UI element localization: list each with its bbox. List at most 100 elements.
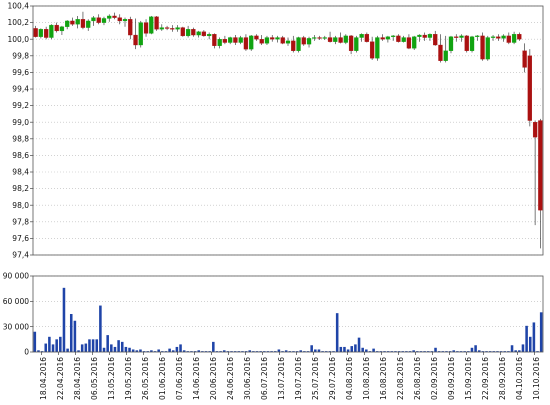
date-tick-label: 26.08.2016 — [413, 357, 422, 400]
volume-bar — [124, 346, 128, 352]
volume-bar — [212, 341, 215, 352]
candle-body — [43, 29, 49, 38]
price-tick-label: 97,8 — [12, 217, 29, 226]
volume-bar — [343, 346, 346, 352]
candle-body — [448, 36, 454, 51]
volume-bar — [48, 336, 51, 352]
volume-bar — [179, 344, 182, 352]
candle-body — [369, 41, 375, 59]
candle-body — [485, 37, 490, 60]
volume-tick-label: 90 000 — [3, 272, 29, 281]
candle-body — [280, 37, 285, 44]
candle-body — [264, 37, 270, 44]
candle-body — [496, 36, 501, 39]
price-tick-label: 97,6 — [12, 234, 29, 243]
candle-body — [243, 37, 249, 50]
candle-body — [65, 20, 70, 27]
volume-bar — [55, 339, 58, 352]
candle-body — [459, 35, 464, 38]
chart-root: 97,4 97,6 97,8 98,0 98,2 98,4 98,6 98,8 99,0 99,2… — [0, 0, 550, 401]
candle-body — [107, 15, 112, 19]
date-tick-label: 19.05.2016 — [124, 357, 133, 400]
volume-bar — [95, 339, 99, 352]
candle-body — [490, 36, 496, 38]
date-tick-label: 24.06.2016 — [226, 357, 235, 400]
candle-body — [86, 20, 91, 28]
candle-body — [175, 27, 180, 30]
volume-bar — [117, 340, 120, 352]
candle-body — [391, 35, 396, 37]
candle-body — [469, 36, 475, 51]
volume-tick-label: 0 — [24, 348, 29, 357]
candle-body — [333, 37, 338, 42]
volume-bar — [120, 341, 124, 352]
volume-bar — [470, 347, 474, 352]
candle-body — [238, 37, 243, 43]
price-tick-label: 100,0 — [8, 35, 30, 44]
candle-body — [501, 35, 506, 39]
candle-body — [217, 39, 222, 46]
candle-body — [385, 36, 391, 40]
date-tick-label: 02.09.2016 — [430, 357, 439, 400]
candle-body — [112, 15, 117, 18]
candle-body — [475, 35, 480, 37]
price-tick-label: 99,4 — [12, 85, 29, 94]
volume-bar — [80, 344, 84, 352]
candle-body — [338, 37, 343, 43]
candle-body — [406, 37, 412, 49]
candle-body — [170, 28, 175, 30]
volume-plot-area — [33, 276, 543, 352]
candle-body — [196, 31, 201, 36]
candle-body — [59, 26, 65, 32]
price-tick-label: 98,6 — [12, 151, 29, 160]
volume-bar — [128, 347, 131, 352]
volume-bar — [175, 346, 179, 352]
volume-bar — [434, 347, 437, 352]
candle-body — [206, 34, 212, 37]
candle-body — [532, 122, 538, 138]
candle-body — [128, 19, 133, 36]
candle-body — [159, 27, 164, 30]
date-tick-label: 20.06.2016 — [209, 357, 218, 400]
volume-bar — [66, 348, 69, 352]
candle-body — [133, 34, 138, 46]
candle-body — [70, 20, 75, 25]
candle-body — [417, 34, 422, 37]
date-tick-label: 28.09.2016 — [498, 357, 507, 400]
price-panel: 97,4 97,6 97,8 98,0 98,2 98,4 98,6 98,8 99,0 99,2… — [8, 2, 544, 260]
candle-body — [201, 31, 207, 37]
volume-bar — [113, 346, 117, 352]
candle-body — [322, 37, 327, 39]
candle-body — [270, 37, 275, 40]
candle-body — [101, 18, 107, 23]
candle-body — [180, 27, 185, 37]
candle-body — [222, 39, 228, 43]
candle-body — [143, 22, 149, 34]
date-tick-label: 09.09.2016 — [447, 357, 456, 400]
date-axis: 18.04.2016 22.04.2016 28.04.2016 06.05.2016… — [39, 352, 541, 400]
date-tick-label: 04.10.2016 — [515, 357, 524, 400]
date-tick-label: 18.04.2016 — [39, 357, 48, 400]
candle-body — [517, 34, 522, 40]
volume-bar — [102, 347, 106, 352]
price-tick-label: 99,0 — [12, 118, 29, 127]
volume-bar — [51, 344, 55, 352]
candle-body — [359, 34, 364, 38]
candle-body — [412, 36, 417, 49]
date-tick-label: 10.10.2016 — [532, 357, 541, 400]
price-tick-label: 98,2 — [12, 184, 29, 193]
volume-bar — [88, 339, 91, 352]
date-tick-label: 16.08.2016 — [379, 357, 388, 400]
candle-body — [343, 35, 348, 43]
price-tick-label: 100,4 — [8, 2, 30, 11]
candle-body — [233, 37, 238, 43]
candle-body — [375, 37, 380, 59]
volume-bar — [59, 336, 62, 352]
date-tick-label: 22.09.2016 — [481, 357, 490, 400]
candle-body — [422, 34, 427, 38]
volume-tick-label: 60 000 — [3, 297, 29, 306]
volume-bar — [168, 348, 171, 352]
candle-body — [254, 35, 259, 40]
date-tick-label: 13.07.2016 — [277, 357, 286, 400]
date-tick-label: 10.08.2016 — [362, 357, 371, 400]
